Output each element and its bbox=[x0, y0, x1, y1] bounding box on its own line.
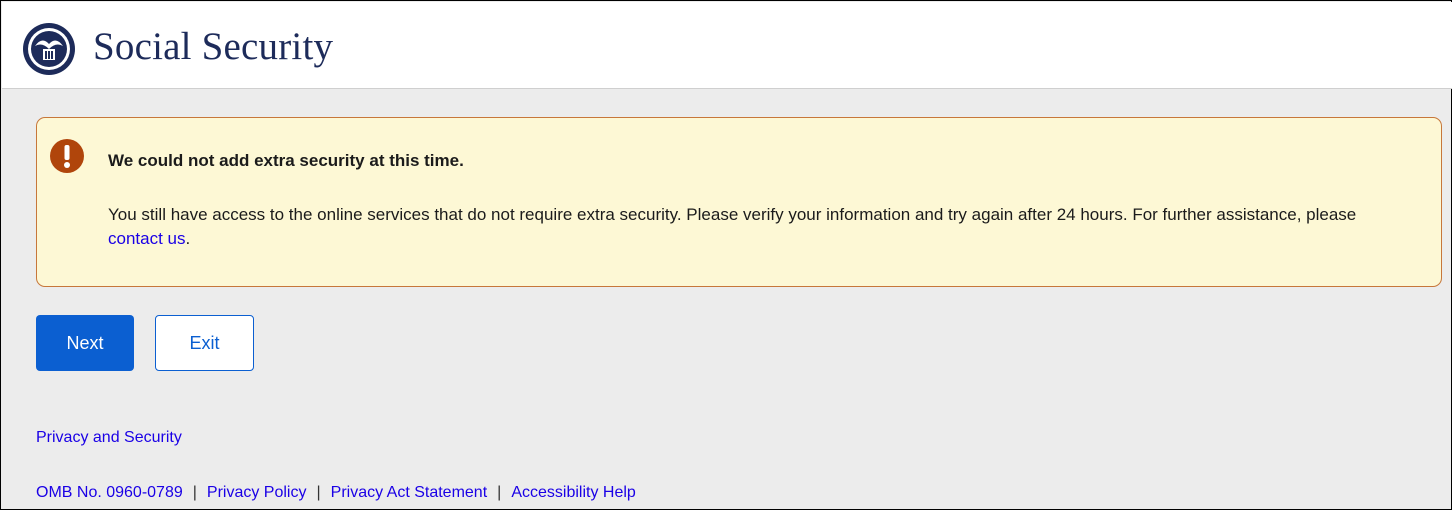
site-header: Social Security bbox=[2, 2, 1452, 89]
privacy-policy-link[interactable]: Privacy Policy bbox=[207, 484, 307, 501]
error-alert: We could not add extra security at this … bbox=[36, 117, 1442, 287]
alert-body-text: You still have access to the online serv… bbox=[108, 205, 1357, 224]
footer-links: OMB No. 0960-0789 | Privacy Policy | Privacy… bbox=[36, 484, 636, 502]
privacy-and-security-link[interactable]: Privacy and Security bbox=[36, 429, 182, 447]
alert-title: We could not add extra security at this … bbox=[108, 151, 464, 170]
accessibility-help-link[interactable]: Accessibility Help bbox=[511, 484, 635, 501]
ssa-seal-icon bbox=[23, 23, 75, 75]
alert-body-end: . bbox=[185, 229, 191, 248]
next-button[interactable]: Next bbox=[36, 315, 134, 371]
footer-separator: | bbox=[192, 484, 197, 501]
alert-message: You still have access to the online serv… bbox=[108, 203, 1398, 251]
exclamation-circle-icon bbox=[50, 139, 84, 173]
footer-separator: | bbox=[497, 484, 502, 501]
omb-number: OMB No. 0960-0789 bbox=[36, 484, 183, 501]
privacy-act-statement-link[interactable]: Privacy Act Statement bbox=[331, 484, 488, 501]
site-title: Social Security bbox=[93, 25, 334, 68]
contact-us-link[interactable]: contact us bbox=[108, 229, 186, 248]
footer-separator: | bbox=[316, 484, 321, 501]
page-frame: Social Security We could not add extra s… bbox=[0, 0, 1452, 510]
exit-button[interactable]: Exit bbox=[155, 315, 254, 371]
